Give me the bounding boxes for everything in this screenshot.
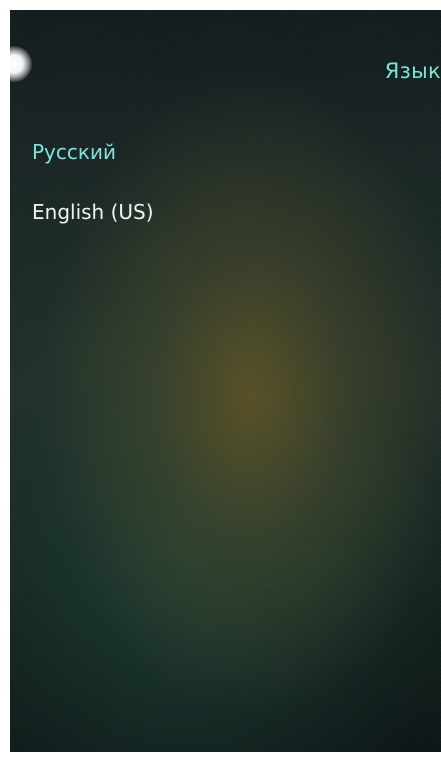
page-title: Язык [384,59,441,83]
language-item-russian[interactable]: Русский [32,122,412,182]
language-item-english-us[interactable]: English (US) [32,182,412,242]
language-settings-screen: Язык Русский English (US) [10,10,441,752]
language-list: Русский English (US) [32,122,412,242]
pulley-menu-indicator[interactable] [10,46,32,82]
